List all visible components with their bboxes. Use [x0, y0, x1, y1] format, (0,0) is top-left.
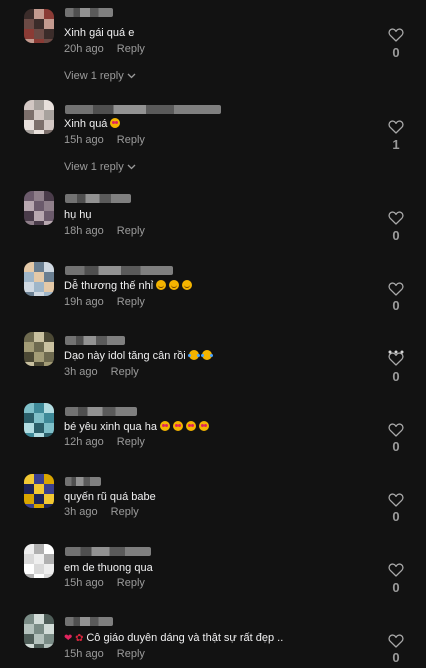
view-replies-button[interactable]: View 1 reply: [64, 161, 136, 173]
like-count: 1: [392, 137, 400, 152]
reply-button[interactable]: Reply: [117, 43, 145, 55]
timestamp: 15h ago: [64, 648, 104, 660]
comment-meta: 15h ago Reply: [64, 577, 145, 589]
heart-eyes-emoji-icon: [198, 421, 209, 431]
timestamp: 20h ago: [64, 43, 104, 55]
view-replies-button[interactable]: View 1 reply: [64, 70, 136, 82]
avatar[interactable]: [24, 403, 54, 437]
rose-icon: ✿: [72, 633, 87, 644]
avatar[interactable]: [24, 614, 54, 648]
username-blurred[interactable]: [65, 477, 101, 486]
timestamp: 15h ago: [64, 577, 104, 589]
like-count: 0: [392, 369, 400, 384]
reply-button[interactable]: Reply: [111, 506, 139, 518]
avatar[interactable]: [24, 191, 54, 225]
username-blurred[interactable]: [65, 266, 173, 275]
comment-text: Xinh gái quá e: [64, 27, 134, 39]
comment-body: Xinh quá: [64, 118, 108, 130]
avatar[interactable]: [24, 332, 54, 366]
comment-meta: 18h ago Reply: [64, 225, 145, 237]
heart-eyes-emoji-icon: [110, 118, 121, 128]
like-count: 0: [392, 298, 400, 313]
timestamp: 12h ago: [64, 436, 104, 448]
like-count: 0: [392, 228, 400, 243]
comment-body: Xinh gái quá e: [64, 27, 135, 39]
smile-emoji-icon: [156, 280, 167, 290]
joy-emoji-icon: [187, 350, 200, 360]
comment-text: Dạo này idol tăng cân rồi: [64, 350, 213, 362]
heart-eyes-emoji-icon: [172, 421, 183, 431]
heart-icon[interactable]: [388, 211, 404, 225]
like-count: 0: [392, 509, 400, 524]
avatar[interactable]: [24, 262, 54, 296]
avatar[interactable]: [24, 544, 54, 578]
comment-meta: 20h ago Reply: [64, 43, 145, 55]
heart-icon[interactable]: [388, 493, 404, 507]
like-count: 0: [392, 650, 400, 665]
comment-text: Dễ thương thế nhỉ: [64, 280, 193, 292]
username-blurred[interactable]: [65, 8, 113, 17]
like-count: 0: [392, 439, 400, 454]
timestamp: 19h ago: [64, 296, 104, 308]
avatar[interactable]: [24, 9, 54, 43]
comment-text: bé yêu xinh qua ha: [64, 421, 209, 433]
comment-meta: 15h ago Reply: [64, 648, 145, 660]
view-replies-label: View 1 reply: [64, 161, 124, 173]
heart-icon[interactable]: [388, 634, 404, 648]
reply-button[interactable]: Reply: [111, 366, 139, 378]
comment-body: bé yêu xinh qua ha: [64, 421, 157, 433]
heart-icon[interactable]: [388, 120, 404, 134]
username-blurred[interactable]: [65, 547, 151, 556]
username-blurred[interactable]: [65, 407, 137, 416]
comment-text: hụ hụ: [64, 209, 92, 221]
comment-body: hụ hụ: [64, 209, 92, 221]
comment-meta: 19h ago Reply: [64, 296, 145, 308]
reply-button[interactable]: Reply: [117, 577, 145, 589]
heart-icon[interactable]: [388, 563, 404, 577]
chevron-down-icon: [127, 73, 136, 79]
more-options-icon[interactable]: [388, 341, 404, 354]
reply-button[interactable]: Reply: [117, 648, 145, 660]
joy-emoji-icon: [200, 350, 213, 360]
view-replies-label: View 1 reply: [64, 70, 124, 82]
reply-button[interactable]: Reply: [117, 296, 145, 308]
reply-button[interactable]: Reply: [117, 436, 145, 448]
comment-text: em de thuong qua: [64, 562, 153, 574]
reply-button[interactable]: Reply: [117, 225, 145, 237]
comment-body: quyến rũ quá babe: [64, 491, 156, 503]
comment-meta: 3h ago Reply: [64, 506, 139, 518]
username-blurred[interactable]: [65, 617, 113, 626]
heart-icon[interactable]: [388, 423, 404, 437]
comment-text: ❤ ✿ Cô giáo duyên dáng và thật sự rất đẹ…: [64, 632, 283, 644]
comment-body: Cô giáo duyên dáng và thật sự rất đẹp ..: [86, 632, 284, 644]
like-count: 0: [392, 45, 400, 60]
username-blurred[interactable]: [65, 336, 125, 345]
smile-emoji-icon: [182, 280, 193, 290]
heart-icon[interactable]: [388, 28, 404, 42]
username-blurred[interactable]: [65, 105, 221, 114]
comment-body: Dạo này idol tăng cân rồi: [64, 350, 186, 362]
comment-body: Dễ thương thế nhỉ: [64, 280, 154, 292]
timestamp: 3h ago: [64, 506, 98, 518]
heart-icon[interactable]: [388, 282, 404, 296]
timestamp: 15h ago: [64, 134, 104, 146]
reply-button[interactable]: Reply: [117, 134, 145, 146]
comment-text: quyến rũ quá babe: [64, 491, 156, 503]
comment-meta: 15h ago Reply: [64, 134, 145, 146]
timestamp: 3h ago: [64, 366, 98, 378]
heart-icon[interactable]: [388, 352, 404, 366]
comment-meta: 3h ago Reply: [64, 366, 139, 378]
avatar[interactable]: [24, 100, 54, 134]
heart-eyes-emoji-icon: [185, 421, 196, 431]
comment-body: em de thuong qua: [64, 562, 153, 574]
timestamp: 18h ago: [64, 225, 104, 237]
username-blurred[interactable]: [65, 194, 131, 203]
comment-text: Xinh quá: [64, 118, 121, 130]
heart-eyes-emoji-icon: [159, 421, 170, 431]
comment-meta: 12h ago Reply: [64, 436, 145, 448]
like-count: 0: [392, 580, 400, 595]
smile-emoji-icon: [169, 280, 180, 290]
avatar[interactable]: [24, 474, 54, 508]
chevron-down-icon: [127, 164, 136, 170]
